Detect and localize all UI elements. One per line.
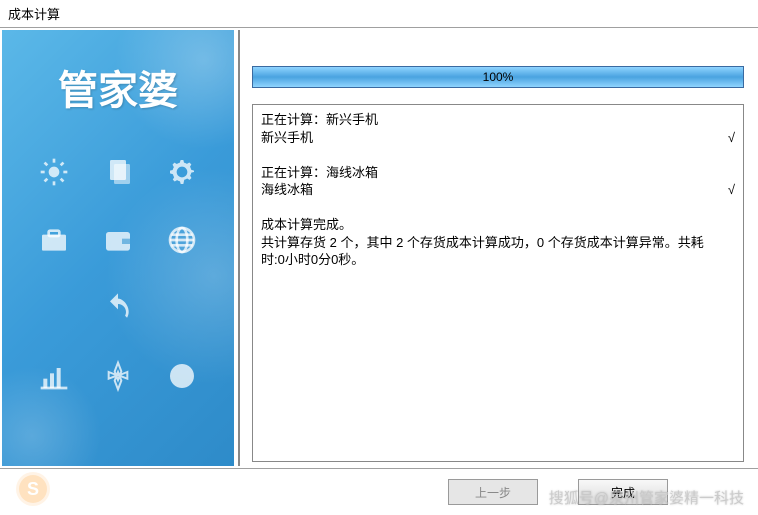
documents-icon: [90, 150, 146, 194]
log-line: 共计算存货 2 个，其中 2 个存货成本计算成功，0 个存货成本计算异常。共耗时…: [261, 234, 735, 269]
progress-wrap: 100%: [252, 66, 744, 88]
pie-chart-icon: [154, 354, 210, 398]
log-output[interactable]: 正在计算：新兴手机新兴手机√ 正在计算：海线冰箱海线冰箱√ 成本计算完成。共计算…: [252, 104, 744, 462]
button-row: 上一步 完成: [0, 468, 758, 515]
bar-chart-icon: [26, 354, 82, 398]
sun-icon: [26, 150, 82, 194]
log-line: 海线冰箱√: [261, 181, 735, 199]
content-area: 100% 正在计算：新兴手机新兴手机√ 正在计算：海线冰箱海线冰箱√ 成本计算完…: [238, 30, 756, 466]
window-title: 成本计算: [0, 0, 758, 27]
progress-text: 100%: [253, 67, 743, 87]
briefcase-icon: [26, 218, 82, 262]
log-line: 正在计算：海线冰箱: [261, 164, 735, 182]
log-line: [261, 199, 735, 217]
icon-grid: [2, 150, 234, 398]
wallet-icon: [90, 218, 146, 262]
brand-title: 管家婆: [2, 30, 234, 136]
globe-icon: [154, 218, 210, 262]
log-line: 新兴手机√: [261, 129, 735, 147]
gear-icon: [154, 150, 210, 194]
progress-bar: 100%: [252, 66, 744, 88]
log-line: 成本计算完成。: [261, 216, 735, 234]
sidebar: 管家婆: [2, 30, 234, 466]
watermark-logo-icon: S: [16, 472, 50, 506]
main-area: 管家婆 100% 正在计算：新兴手机新兴手机√ 正在计算：海线冰箱海线冰箱√ 成…: [0, 28, 758, 468]
log-line: [261, 146, 735, 164]
undo-icon: [90, 286, 146, 330]
star-icon: [90, 354, 146, 398]
spacer: [154, 286, 210, 330]
log-line: 正在计算：新兴手机: [261, 111, 735, 129]
prev-button: 上一步: [448, 479, 538, 505]
spacer: [26, 286, 82, 330]
done-button[interactable]: 完成: [578, 479, 668, 505]
